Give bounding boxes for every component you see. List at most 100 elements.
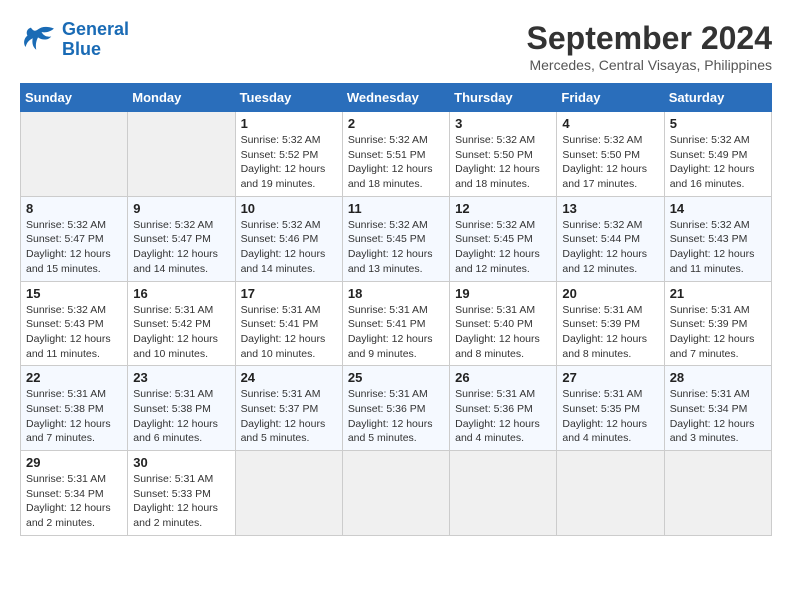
- day-number: 17: [241, 286, 337, 301]
- day-info: Sunrise: 5:32 AMSunset: 5:45 PMDaylight:…: [348, 218, 444, 277]
- location: Mercedes, Central Visayas, Philippines: [527, 57, 772, 73]
- logo: GeneralBlue: [20, 20, 129, 60]
- day-info: Sunrise: 5:32 AMSunset: 5:50 PMDaylight:…: [562, 133, 658, 192]
- header-monday: Monday: [128, 84, 235, 112]
- day-info: Sunrise: 5:31 AMSunset: 5:41 PMDaylight:…: [241, 303, 337, 362]
- day-number: 5: [670, 116, 766, 131]
- day-info: Sunrise: 5:32 AMSunset: 5:52 PMDaylight:…: [241, 133, 337, 192]
- calendar-cell: [21, 112, 128, 197]
- calendar-cell: 23 Sunrise: 5:31 AMSunset: 5:38 PMDayligh…: [128, 366, 235, 451]
- calendar-cell: 9 Sunrise: 5:32 AMSunset: 5:47 PMDaylight…: [128, 196, 235, 281]
- logo-general: General: [62, 19, 129, 39]
- day-info: Sunrise: 5:32 AMSunset: 5:47 PMDaylight:…: [26, 218, 122, 277]
- day-info: Sunrise: 5:32 AMSunset: 5:47 PMDaylight:…: [133, 218, 229, 277]
- day-info: Sunrise: 5:32 AMSunset: 5:49 PMDaylight:…: [670, 133, 766, 192]
- title-block: September 2024 Mercedes, Central Visayas…: [527, 20, 772, 73]
- header-wednesday: Wednesday: [342, 84, 449, 112]
- day-info: Sunrise: 5:31 AMSunset: 5:33 PMDaylight:…: [133, 472, 229, 531]
- day-info: Sunrise: 5:31 AMSunset: 5:38 PMDaylight:…: [26, 387, 122, 446]
- day-number: 23: [133, 370, 229, 385]
- day-info: Sunrise: 5:31 AMSunset: 5:35 PMDaylight:…: [562, 387, 658, 446]
- day-info: Sunrise: 5:31 AMSunset: 5:34 PMDaylight:…: [670, 387, 766, 446]
- calendar-cell: 29 Sunrise: 5:31 AMSunset: 5:34 PMDayligh…: [21, 451, 128, 536]
- calendar-cell: 24Sunrise: 5:31 AMSunset: 5:37 PMDayligh…: [235, 366, 342, 451]
- header-tuesday: Tuesday: [235, 84, 342, 112]
- day-number: 20: [562, 286, 658, 301]
- calendar-cell: 3Sunrise: 5:32 AMSunset: 5:50 PMDaylight…: [450, 112, 557, 197]
- day-info: Sunrise: 5:31 AMSunset: 5:36 PMDaylight:…: [348, 387, 444, 446]
- calendar-cell: 27 Sunrise: 5:31 AMSunset: 5:35 PMDayligh…: [557, 366, 664, 451]
- calendar-cell: [128, 112, 235, 197]
- day-number: 19: [455, 286, 551, 301]
- calendar-cell: 26 Sunrise: 5:31 AMSunset: 5:36 PMDayligh…: [450, 366, 557, 451]
- calendar-cell: [450, 451, 557, 536]
- calendar-cell: 12 Sunrise: 5:32 AMSunset: 5:45 PMDayligh…: [450, 196, 557, 281]
- day-info: Sunrise: 5:31 AMSunset: 5:40 PMDaylight:…: [455, 303, 551, 362]
- header-thursday: Thursday: [450, 84, 557, 112]
- calendar-cell: 1Sunrise: 5:32 AMSunset: 5:52 PMDaylight…: [235, 112, 342, 197]
- day-number: 2: [348, 116, 444, 131]
- header-friday: Friday: [557, 84, 664, 112]
- calendar-cell: 20 Sunrise: 5:31 AMSunset: 5:39 PMDayligh…: [557, 281, 664, 366]
- day-number: 3: [455, 116, 551, 131]
- calendar-cell: 13 Sunrise: 5:32 AMSunset: 5:44 PMDayligh…: [557, 196, 664, 281]
- day-number: 21: [670, 286, 766, 301]
- day-number: 24: [241, 370, 337, 385]
- calendar-cell: 10 Sunrise: 5:32 AMSunset: 5:46 PMDayligh…: [235, 196, 342, 281]
- calendar-week-row: 29 Sunrise: 5:31 AMSunset: 5:34 PMDayligh…: [21, 451, 772, 536]
- day-number: 27: [562, 370, 658, 385]
- day-number: 30: [133, 455, 229, 470]
- calendar-week-row: 8 Sunrise: 5:32 AMSunset: 5:47 PMDaylight…: [21, 196, 772, 281]
- calendar-table: SundayMondayTuesdayWednesdayThursdayFrid…: [20, 83, 772, 536]
- calendar-cell: 4 Sunrise: 5:32 AMSunset: 5:50 PMDaylight…: [557, 112, 664, 197]
- day-info: Sunrise: 5:31 AMSunset: 5:39 PMDaylight:…: [562, 303, 658, 362]
- day-number: 8: [26, 201, 122, 216]
- day-number: 14: [670, 201, 766, 216]
- day-number: 16: [133, 286, 229, 301]
- calendar-cell: [342, 451, 449, 536]
- calendar-cell: 21 Sunrise: 5:31 AMSunset: 5:39 PMDayligh…: [664, 281, 771, 366]
- day-info: Sunrise: 5:31 AMSunset: 5:34 PMDaylight:…: [26, 472, 122, 531]
- day-info: Sunrise: 5:32 AMSunset: 5:43 PMDaylight:…: [670, 218, 766, 277]
- day-number: 13: [562, 201, 658, 216]
- day-info: Sunrise: 5:32 AMSunset: 5:44 PMDaylight:…: [562, 218, 658, 277]
- calendar-cell: 18 Sunrise: 5:31 AMSunset: 5:41 PMDayligh…: [342, 281, 449, 366]
- calendar-cell: [557, 451, 664, 536]
- calendar-cell: 8 Sunrise: 5:32 AMSunset: 5:47 PMDaylight…: [21, 196, 128, 281]
- calendar-header-row: SundayMondayTuesdayWednesdayThursdayFrid…: [21, 84, 772, 112]
- calendar-cell: 25Sunrise: 5:31 AMSunset: 5:36 PMDayligh…: [342, 366, 449, 451]
- calendar-cell: 16 Sunrise: 5:31 AMSunset: 5:42 PMDayligh…: [128, 281, 235, 366]
- day-info: Sunrise: 5:32 AMSunset: 5:45 PMDaylight:…: [455, 218, 551, 277]
- calendar-cell: 15Sunrise: 5:32 AMSunset: 5:43 PMDayligh…: [21, 281, 128, 366]
- calendar-cell: 5 Sunrise: 5:32 AMSunset: 5:49 PMDaylight…: [664, 112, 771, 197]
- day-info: Sunrise: 5:31 AMSunset: 5:41 PMDaylight:…: [348, 303, 444, 362]
- calendar-cell: 22 Sunrise: 5:31 AMSunset: 5:38 PMDayligh…: [21, 366, 128, 451]
- calendar-cell: 11Sunrise: 5:32 AMSunset: 5:45 PMDayligh…: [342, 196, 449, 281]
- day-number: 9: [133, 201, 229, 216]
- day-info: Sunrise: 5:31 AMSunset: 5:38 PMDaylight:…: [133, 387, 229, 446]
- day-info: Sunrise: 5:32 AMSunset: 5:46 PMDaylight:…: [241, 218, 337, 277]
- calendar-week-row: 1Sunrise: 5:32 AMSunset: 5:52 PMDaylight…: [21, 112, 772, 197]
- calendar-cell: 17 Sunrise: 5:31 AMSunset: 5:41 PMDayligh…: [235, 281, 342, 366]
- calendar-cell: 2Sunrise: 5:32 AMSunset: 5:51 PMDaylight…: [342, 112, 449, 197]
- day-info: Sunrise: 5:32 AMSunset: 5:43 PMDaylight:…: [26, 303, 122, 362]
- logo-text: GeneralBlue: [62, 20, 129, 60]
- day-number: 12: [455, 201, 551, 216]
- day-number: 10: [241, 201, 337, 216]
- day-info: Sunrise: 5:31 AMSunset: 5:39 PMDaylight:…: [670, 303, 766, 362]
- month-title: September 2024: [527, 20, 772, 57]
- logo-blue: Blue: [62, 39, 101, 59]
- header-saturday: Saturday: [664, 84, 771, 112]
- day-number: 18: [348, 286, 444, 301]
- day-number: 4: [562, 116, 658, 131]
- day-number: 29: [26, 455, 122, 470]
- day-number: 28: [670, 370, 766, 385]
- day-info: Sunrise: 5:31 AMSunset: 5:36 PMDaylight:…: [455, 387, 551, 446]
- day-number: 22: [26, 370, 122, 385]
- calendar-cell: 14 Sunrise: 5:32 AMSunset: 5:43 PMDayligh…: [664, 196, 771, 281]
- calendar-cell: 19 Sunrise: 5:31 AMSunset: 5:40 PMDayligh…: [450, 281, 557, 366]
- day-number: 26: [455, 370, 551, 385]
- day-info: Sunrise: 5:31 AMSunset: 5:42 PMDaylight:…: [133, 303, 229, 362]
- page-header: GeneralBlue September 2024 Mercedes, Cen…: [20, 20, 772, 73]
- calendar-cell: [664, 451, 771, 536]
